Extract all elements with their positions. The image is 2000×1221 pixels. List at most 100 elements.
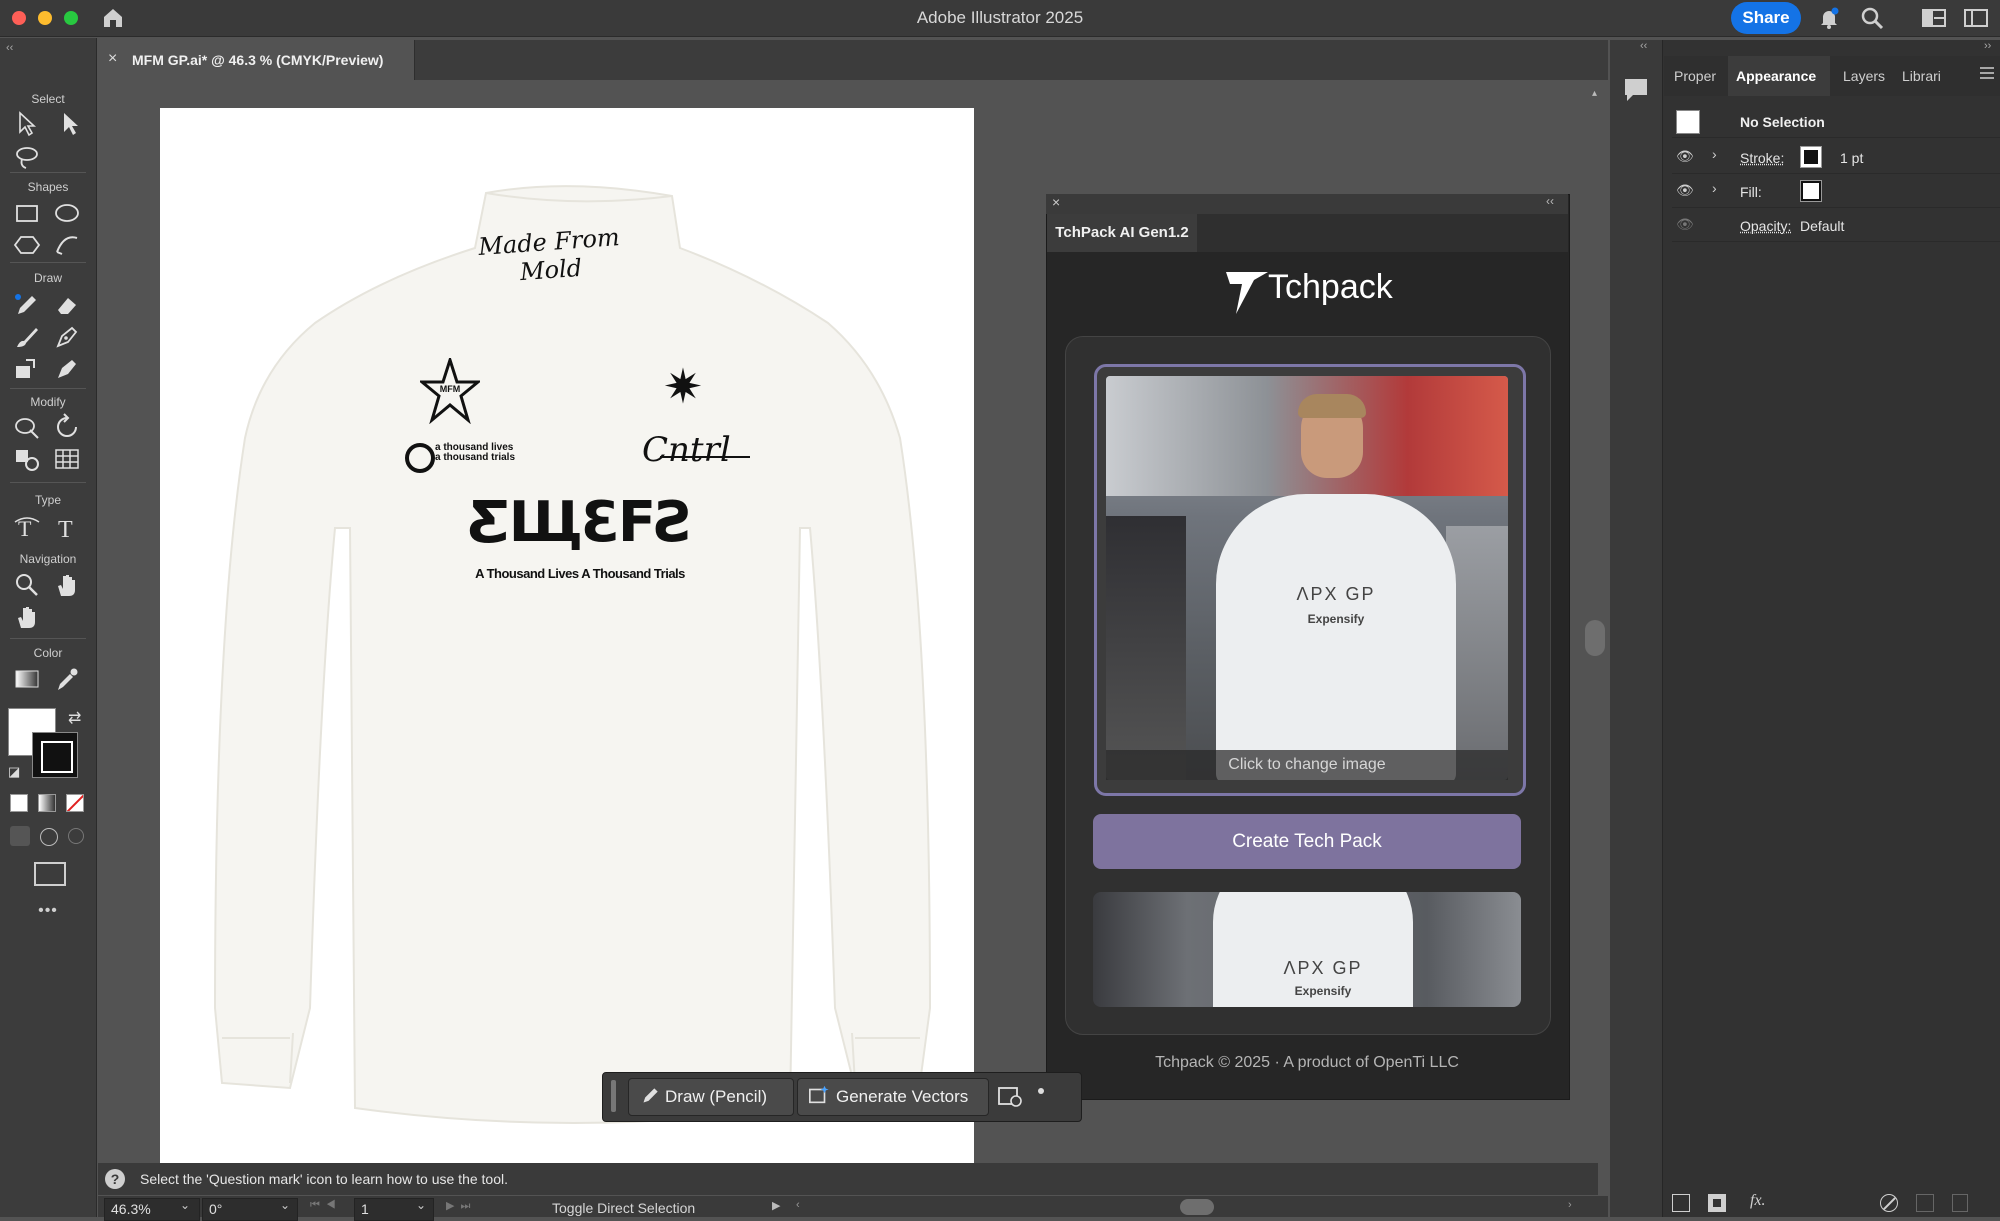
generate-vectors-button[interactable]: Generate Vectors <box>797 1078 989 1116</box>
taskbar-drag-handle[interactable] <box>611 1080 616 1112</box>
tchpack-collapse-icon[interactable]: ‹‹ <box>1546 194 1554 208</box>
shaper-tool-icon[interactable] <box>52 230 82 260</box>
fill-label[interactable]: Fill: <box>1740 184 1762 200</box>
more-tools-icon[interactable]: ••• <box>0 902 96 920</box>
stroke-swatch[interactable] <box>1800 146 1822 168</box>
artboard-dropdown-chevron-icon[interactable]: ⌄ <box>416 1198 426 1212</box>
notifications-bell-icon[interactable] <box>1817 6 1841 30</box>
lasso-tool-icon[interactable] <box>12 142 42 172</box>
rotate-tool-icon[interactable] <box>52 412 82 442</box>
expand-dock-icon[interactable]: ›› <box>1984 40 1991 52</box>
collapse-dock-icon[interactable]: ‹‹ <box>1640 40 1647 52</box>
appearance-opacity-row[interactable]: 👁 Opacity: Default <box>1672 208 2000 242</box>
free-transform-tool-icon[interactable] <box>12 444 42 474</box>
workspace-switcher-icon[interactable] <box>1922 6 1946 30</box>
create-tech-pack-button[interactable]: Create Tech Pack <box>1093 814 1521 869</box>
tchpack-brand: Tchpack <box>1268 268 1393 307</box>
tchpack-close-icon[interactable]: × <box>1052 194 1060 210</box>
tchpack-tab[interactable]: TchPack AI Gen1.2 <box>1047 214 1197 252</box>
toolbar-divider <box>10 262 86 263</box>
duplicate-item-icon[interactable] <box>1916 1194 1934 1212</box>
pencil-tool-icon[interactable] <box>12 290 42 320</box>
gradient-mode-icon[interactable] <box>38 794 56 812</box>
none-mode-icon[interactable] <box>66 794 84 812</box>
stroke-expand-chevron-icon[interactable]: › <box>1712 146 1717 162</box>
pen-tool-icon[interactable] <box>52 322 82 352</box>
close-document-icon[interactable]: × <box>108 50 117 68</box>
eraser-tool-icon[interactable] <box>52 290 82 320</box>
fill-expand-chevron-icon[interactable]: › <box>1712 180 1717 196</box>
stroke-weight-value[interactable]: 1 pt <box>1840 150 1863 166</box>
draw-pencil-button[interactable]: Draw (Pencil) <box>628 1078 794 1116</box>
mesh-tool-icon[interactable] <box>52 444 82 474</box>
artboard[interactable]: Made From Mold MFM ✷ a thousand lives a … <box>160 108 974 1163</box>
collapse-toolbar-icon[interactable]: ‹‹ <box>6 42 13 54</box>
section-modify: Modify <box>0 395 96 409</box>
fill-swatch[interactable] <box>1800 180 1822 202</box>
tab-layers[interactable]: Layers <box>1843 56 1885 96</box>
tab-properties[interactable]: Proper <box>1674 56 1716 96</box>
stroke-color-swatch[interactable] <box>32 732 78 778</box>
add-new-fill-icon[interactable] <box>1708 1194 1726 1212</box>
zoom-dropdown-chevron-icon[interactable]: ⌄ <box>180 1198 190 1212</box>
first-prev-artboard-icons[interactable]: ⏮◀ <box>310 1199 342 1212</box>
shape-builder-tool-icon[interactable] <box>12 354 42 384</box>
panel-toggle-icon[interactable] <box>1964 6 1988 30</box>
stroke-visibility-eye-icon[interactable]: 👁 <box>1676 148 1694 165</box>
screen-mode-icon[interactable] <box>34 862 66 886</box>
tab-appearance[interactable]: Appearance <box>1736 56 1816 96</box>
fill-visibility-eye-icon[interactable]: 👁 <box>1676 182 1694 199</box>
help-question-icon[interactable]: ? <box>105 1169 125 1189</box>
image-settings-icon[interactable] <box>997 1084 1023 1108</box>
section-type: Type <box>0 493 96 507</box>
rotation-dropdown-chevron-icon[interactable]: ⌄ <box>280 1198 290 1212</box>
swap-colors-icon[interactable]: ⇄ <box>68 708 81 728</box>
vertical-scrollbar-thumb[interactable] <box>1585 620 1605 656</box>
color-mode-icon[interactable] <box>10 794 28 812</box>
gradient-tool-icon[interactable] <box>12 664 42 694</box>
more-options-icon[interactable] <box>1038 1088 1044 1094</box>
clear-appearance-icon[interactable] <box>1880 1194 1898 1212</box>
ellipse-tool-icon[interactable] <box>52 198 82 228</box>
rotate-view-tool-icon[interactable] <box>12 602 42 632</box>
add-effect-fx-icon[interactable]: fx. <box>1750 1192 1766 1210</box>
toolbar-divider <box>10 638 86 639</box>
scroll-left-icon[interactable]: ‹ <box>796 1199 800 1211</box>
scroll-up-icon[interactable]: ▴ <box>1592 88 1602 102</box>
tchpack-panel-header[interactable] <box>1046 194 1568 214</box>
direct-selection-tool-icon[interactable] <box>56 108 86 138</box>
paintbrush-tool-icon[interactable] <box>12 322 42 352</box>
draw-normal-icon[interactable] <box>10 826 30 846</box>
panel-menu-icon[interactable] <box>1980 66 1994 78</box>
blob-brush-tool-icon[interactable] <box>52 354 82 384</box>
hand-tool-icon[interactable] <box>52 570 82 600</box>
opacity-value[interactable]: Default <box>1800 218 1844 234</box>
rectangle-tool-icon[interactable] <box>12 198 42 228</box>
type-on-path-tool-icon[interactable]: T <box>12 512 42 542</box>
comments-icon[interactable] <box>1622 76 1650 104</box>
scroll-right-icon[interactable]: › <box>1568 1199 1572 1211</box>
default-colors-icon[interactable]: ◪ <box>8 764 20 780</box>
warp-tool-icon[interactable] <box>12 412 42 442</box>
next-last-artboard-icons[interactable]: ▶⏭ <box>446 1199 476 1213</box>
appearance-stroke-row[interactable]: 👁 › Stroke: 1 pt <box>1672 140 2000 174</box>
reference-thumbnail[interactable]: ΛPX GP Expensify <box>1093 892 1521 1007</box>
status-menu-arrow-icon[interactable]: ▶ <box>772 1199 780 1212</box>
share-button[interactable]: Share <box>1731 2 1801 34</box>
zoom-tool-icon[interactable] <box>12 570 42 600</box>
opacity-label[interactable]: Opacity: <box>1740 218 1791 234</box>
eyedropper-tool-icon[interactable] <box>52 664 82 694</box>
polygon-tool-icon[interactable] <box>12 230 42 260</box>
type-tool-icon[interactable]: T <box>52 512 82 542</box>
appearance-fill-row[interactable]: 👁 › Fill: <box>1672 174 2000 208</box>
selection-tool-icon[interactable] <box>12 108 42 138</box>
draw-inside-icon[interactable] <box>68 828 84 844</box>
add-new-stroke-icon[interactable] <box>1672 1194 1690 1212</box>
search-icon[interactable] <box>1860 6 1884 30</box>
delete-item-icon[interactable] <box>1952 1194 1968 1212</box>
horizontal-scrollbar-thumb[interactable] <box>1180 1199 1214 1215</box>
stroke-label[interactable]: Stroke: <box>1740 150 1784 166</box>
draw-behind-icon[interactable] <box>40 828 58 846</box>
tab-libraries[interactable]: Librari <box>1902 56 1941 96</box>
opacity-visibility-eye-icon[interactable]: 👁 <box>1676 216 1694 233</box>
